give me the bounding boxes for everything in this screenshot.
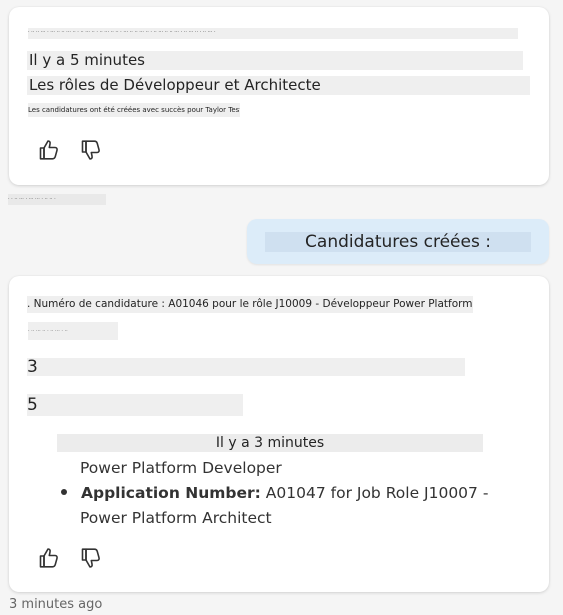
application-heading: . Numéro de candidature : A01046 pour le… [27,296,473,313]
thumbs-up-icon [39,548,58,568]
message-time-label: Il y a 3 minutes [57,434,483,452]
message-time-label: Il y a 5 minutes [27,51,523,70]
user-message-text: Candidatures créées : [265,232,531,252]
message-title: Les rôles de Développeur et Architecte [27,76,530,95]
message-timestamp: · · ·· ··· · ··· ··· · ·· ·· · [8,194,106,205]
user-message-bubble: Candidatures créées : [247,219,549,264]
assistant-message-card: . Numéro de candidature : A01046 pour le… [9,276,549,592]
thumbs-down-icon [81,548,100,568]
assistant-message-card: · ·· ·· ··· · ··· ·· ·· ··· ·· · ·· ··· … [9,7,549,185]
message-timestamp: 3 minutes ago [9,597,103,612]
chat-transcript: · ·· ·· ··· · ··· ·· ·· ··· ·· · ·· ··· … [0,0,563,615]
thumbs-up-button[interactable] [37,546,61,570]
role-line: Power Platform Developer [80,459,282,477]
number-label: 3 [27,358,465,376]
thumbs-up-button[interactable] [37,138,61,162]
bullet-icon [61,488,67,495]
role-line: Power Platform Architect [80,509,272,527]
message-tiny-text: · ·· ·· ··· · ··· ·· ·· ··· ·· · ·· ··· … [28,28,518,39]
number-label: 5 [27,394,243,416]
thumbs-down-button[interactable] [79,138,103,162]
bullet-value: A01047 for Job Role J10007 - [260,484,489,502]
thumbs-up-icon [39,140,58,160]
bullet-label: Application Number: [81,484,261,502]
message-tiny-text: · ·· ··· ·· · ·· ··· · ·· [28,322,118,340]
thumbs-down-icon [81,140,100,160]
list-item: Application Number: A01047 for Job Role … [61,483,488,503]
message-description: Les candidatures ont été créées avec suc… [28,103,240,117]
thumbs-down-button[interactable] [79,546,103,570]
